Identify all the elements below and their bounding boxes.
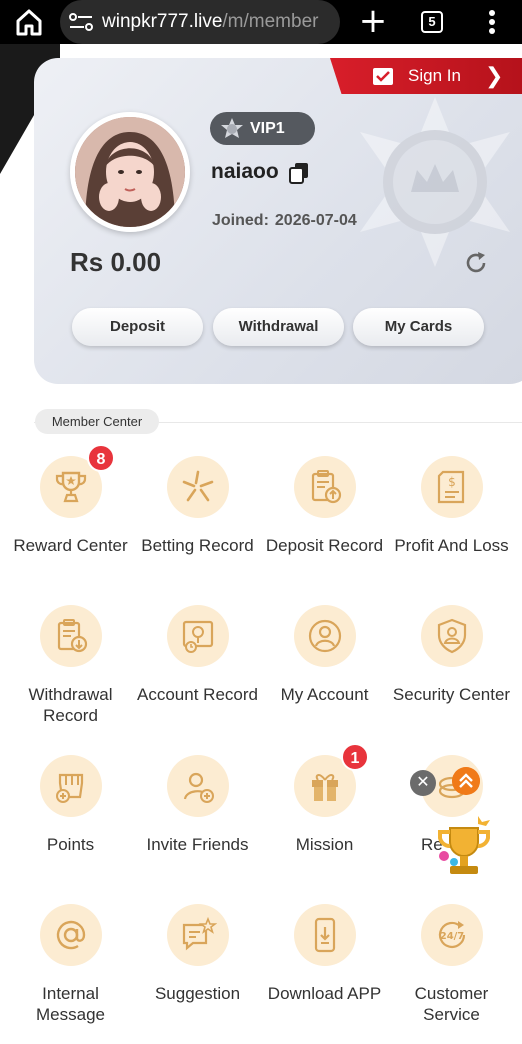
customer-service-item[interactable]: 24/7 Customer Service	[388, 904, 515, 1044]
item-label: Betting Record	[141, 536, 254, 555]
notification-badge: 8	[87, 444, 115, 472]
close-floating-button[interactable]: ✕	[410, 770, 436, 796]
browser-toolbar: winpkr777.live/m/member + 5	[0, 0, 522, 44]
new-tab-button[interactable]: +	[358, 4, 388, 38]
item-label: Profit And Loss	[394, 536, 509, 555]
item-label: Points	[46, 835, 95, 854]
home-icon[interactable]	[14, 8, 44, 36]
member-center-title: Member Center	[35, 409, 159, 434]
account-record-item[interactable]: Account Record	[134, 605, 261, 745]
vip-badge[interactable]: VIP1	[210, 112, 315, 145]
vip-level: VIP1	[250, 119, 285, 137]
username: naiaoo	[211, 160, 279, 183]
points-icon	[40, 755, 102, 817]
deposit-record-item[interactable]: Deposit Record	[261, 456, 388, 596]
item-label: Reward Center	[13, 536, 128, 555]
internal-message-item[interactable]: Internal Message	[7, 904, 134, 1044]
sign-in-button[interactable]: Sign In ❯	[330, 58, 522, 94]
sign-in-label: Sign In	[408, 66, 461, 85]
download-icon	[294, 904, 356, 966]
notification-badge: 1	[341, 743, 369, 771]
svg-text:24/7: 24/7	[440, 931, 465, 942]
security-center-item[interactable]: Security Center	[388, 605, 515, 745]
shield-user-icon	[421, 605, 483, 667]
reward-center-item[interactable]: 8 Reward Center	[7, 444, 134, 596]
item-label: Customer Service	[414, 984, 489, 1024]
my-account-item[interactable]: My Account	[261, 605, 388, 745]
item-label: Deposit Record	[265, 536, 384, 555]
joined-date: 2026-07-04	[274, 212, 357, 229]
mission-item[interactable]: 1 Mission	[261, 743, 388, 895]
deposit-record-icon	[294, 456, 356, 518]
tab-count-button[interactable]: 5	[421, 11, 443, 33]
item-label: Invite Friends	[146, 835, 249, 854]
at-icon	[40, 904, 102, 966]
chevron-right-icon: ❯	[484, 63, 504, 88]
item-label: Account Record	[137, 685, 258, 704]
item-label: Withdrawal Record	[28, 685, 113, 725]
item-label: Mission	[295, 835, 354, 854]
invite-friends-item[interactable]: Invite Friends	[134, 755, 261, 895]
vip-crown-icon	[221, 117, 243, 138]
profit-and-loss-item[interactable]: $ Profit And Loss	[388, 456, 515, 596]
refresh-icon[interactable]	[464, 251, 488, 275]
item-label: Internal Message	[36, 984, 105, 1024]
url-path: /m/member	[222, 11, 319, 32]
address-bar[interactable]: winpkr777.live/m/member	[60, 0, 340, 44]
svg-text:$: $	[448, 475, 456, 489]
points-item[interactable]: Points	[7, 755, 134, 895]
chevron-up-icon[interactable]	[452, 767, 480, 795]
account-record-icon	[167, 605, 229, 667]
balance: Rs 0.00	[70, 247, 162, 277]
copy-icon[interactable]	[289, 162, 309, 184]
avatar[interactable]	[70, 112, 190, 232]
betting-icon	[167, 456, 229, 518]
trophy-promo-icon[interactable]	[432, 814, 496, 880]
item-label: My Account	[280, 685, 369, 704]
profit-loss-icon: $	[421, 456, 483, 518]
item-label: Suggestion	[154, 984, 241, 1003]
withdrawal-button[interactable]: Withdrawal	[213, 308, 344, 346]
withdrawal-record-icon	[40, 605, 102, 667]
suggestion-icon	[167, 904, 229, 966]
download-app-item[interactable]: Download APP	[261, 904, 388, 1044]
url-host: winpkr777.live	[102, 11, 223, 32]
more-menu-icon[interactable]	[484, 9, 500, 35]
support-24-7-icon: 24/7	[421, 904, 483, 966]
invite-icon	[167, 755, 229, 817]
withdrawal-record-item[interactable]: Withdrawal Record	[7, 605, 134, 745]
checkin-icon	[373, 68, 393, 85]
item-label: Download APP	[267, 984, 382, 1003]
suggestion-item[interactable]: Suggestion	[134, 904, 261, 1044]
joined-info: Joined: 2026-07-04	[212, 212, 357, 230]
deposit-button[interactable]: Deposit	[72, 308, 203, 346]
item-label: Security Center	[392, 685, 511, 704]
betting-record-item[interactable]: Betting Record	[134, 456, 261, 596]
user-icon	[294, 605, 356, 667]
joined-label: Joined:	[212, 212, 269, 229]
site-settings-icon[interactable]	[68, 12, 96, 32]
url-text: winpkr777.live/m/member	[102, 11, 318, 33]
vip-medal-icon	[360, 97, 510, 267]
my-cards-button[interactable]: My Cards	[353, 308, 484, 346]
avatar-image	[75, 117, 185, 227]
